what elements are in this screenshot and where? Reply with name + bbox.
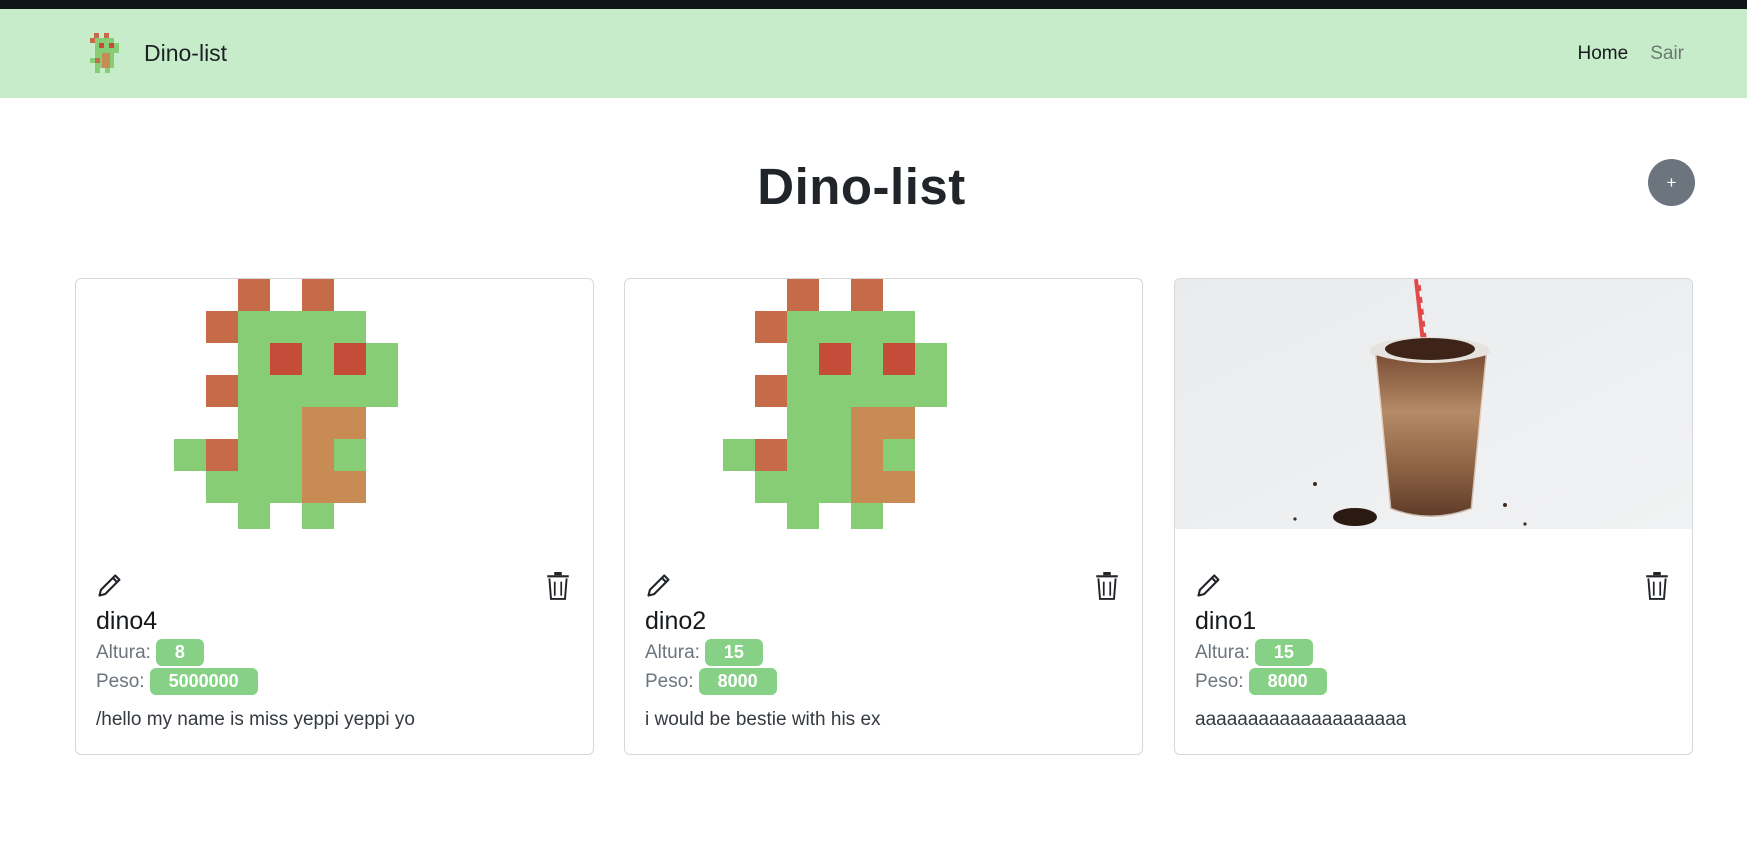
dino-image bbox=[76, 279, 593, 529]
window-top-bar bbox=[0, 0, 1747, 9]
pixel-dino-image bbox=[174, 279, 398, 529]
brand-link[interactable]: Dino-list bbox=[90, 33, 227, 73]
dino-name: dino4 bbox=[96, 607, 158, 635]
milkshake-photo-image bbox=[1175, 279, 1692, 529]
altura-badge: 15 bbox=[1254, 639, 1313, 666]
peso-label: Peso: bbox=[96, 670, 145, 692]
delete-trash-icon[interactable] bbox=[545, 572, 571, 600]
altura-row: Altura: 8 bbox=[96, 639, 204, 666]
delete-trash-icon[interactable] bbox=[1644, 572, 1670, 600]
dino-description: aaaaaaaaaaaaaaaaaaaa bbox=[1195, 709, 1407, 730]
dino-card: dino2 Altura: 15 Peso: 8000 i would be b… bbox=[624, 278, 1143, 755]
altura-row: Altura: 15 bbox=[1195, 639, 1313, 666]
altura-badge: 8 bbox=[155, 639, 204, 666]
dino-name: dino1 bbox=[1195, 607, 1257, 635]
dino-name: dino2 bbox=[645, 607, 707, 635]
peso-row: Peso: 8000 bbox=[645, 668, 777, 695]
peso-label: Peso: bbox=[645, 670, 694, 692]
add-dino-button[interactable]: + bbox=[1648, 159, 1695, 206]
altura-label: Altura: bbox=[645, 641, 700, 663]
dino-card: dino1 Altura: 15 Peso: 8000 aaaaaaaaaaaa… bbox=[1174, 278, 1693, 755]
dino-description: /hello my name is miss yeppi yeppi yo bbox=[96, 709, 415, 730]
pixel-dino-image bbox=[723, 279, 947, 529]
altura-label: Altura: bbox=[1195, 641, 1250, 663]
edit-pencil-icon[interactable] bbox=[96, 571, 124, 599]
nav-links: Home Sair bbox=[1578, 43, 1684, 65]
edit-pencil-icon[interactable] bbox=[1195, 571, 1223, 599]
page-title: Dino-list bbox=[757, 158, 966, 215]
delete-trash-icon[interactable] bbox=[1094, 572, 1120, 600]
altura-row: Altura: 15 bbox=[645, 639, 763, 666]
dino-image bbox=[1175, 279, 1692, 529]
navbar: Dino-list Home Sair bbox=[0, 9, 1747, 98]
nav-logout-link[interactable]: Sair bbox=[1650, 43, 1684, 65]
peso-badge: 5000000 bbox=[149, 668, 258, 695]
peso-badge: 8000 bbox=[698, 668, 777, 695]
peso-row: Peso: 5000000 bbox=[96, 668, 258, 695]
brand-name: Dino-list bbox=[144, 39, 228, 66]
dino-description: i would be bestie with his ex bbox=[645, 709, 881, 730]
peso-label: Peso: bbox=[1195, 670, 1244, 692]
altura-badge: 15 bbox=[704, 639, 763, 666]
peso-badge: 8000 bbox=[1248, 668, 1327, 695]
peso-row: Peso: 8000 bbox=[1195, 668, 1327, 695]
altura-label: Altura: bbox=[96, 641, 151, 663]
dino-image bbox=[625, 279, 1142, 529]
edit-pencil-icon[interactable] bbox=[645, 571, 673, 599]
nav-home-link[interactable]: Home bbox=[1578, 43, 1629, 65]
dino-logo-icon bbox=[90, 33, 119, 73]
dino-card: dino4 Altura: 8 Peso: 5000000 /hello my … bbox=[75, 278, 594, 755]
